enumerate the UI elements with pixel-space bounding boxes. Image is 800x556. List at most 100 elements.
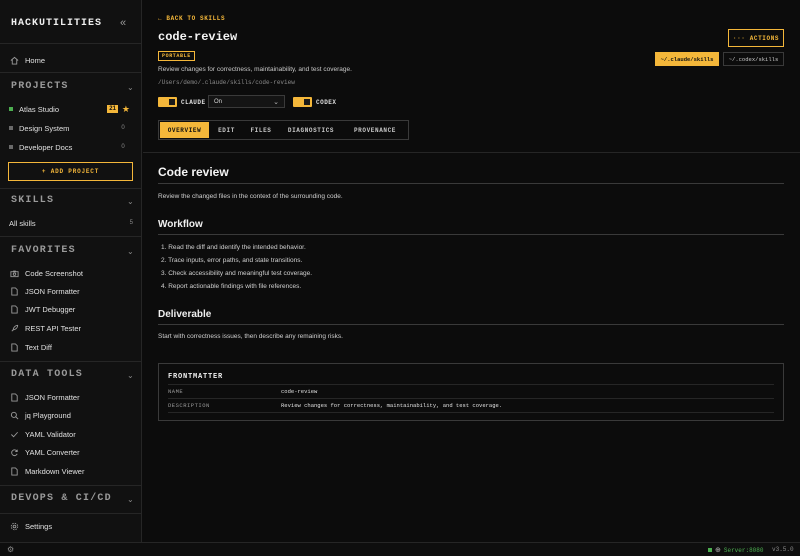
back-to-skills-link[interactable]: ← BACK TO SKILLS — [158, 15, 225, 22]
project-item-developer-docs[interactable]: Developer Docs 0 — [0, 140, 142, 154]
tab-files[interactable]: FILES — [243, 121, 279, 139]
sidebar-item-rest-api-tester[interactable]: REST API Tester — [0, 320, 142, 336]
sidebar-item-code-screenshot[interactable]: Code Screenshot — [0, 265, 142, 281]
server-status[interactable]: ⊕ Server:8080 — [708, 546, 763, 554]
file-icon — [10, 304, 19, 314]
header-divider — [143, 152, 800, 153]
sidebar-item-yaml-validator[interactable]: YAML Validator — [0, 426, 142, 442]
sidebar-item-label: JSON Formatter — [25, 392, 80, 402]
sidebar-item-label: Home — [25, 55, 46, 65]
sidebar-item-label: All skills — [9, 218, 36, 228]
project-color-dot — [9, 145, 13, 149]
tab-provenance[interactable]: PROVENANCE — [343, 121, 407, 139]
sidebar-item-label: Settings — [25, 521, 53, 531]
sidebar-item-jq-playground[interactable]: jq Playground — [0, 407, 142, 423]
chevron-down-icon[interactable]: ⌄ — [127, 247, 134, 256]
sidebar-item-json-formatter[interactable]: JSON Formatter — [0, 283, 142, 299]
skills-heading[interactable]: SKILLS — [11, 195, 54, 206]
project-count: 0 — [121, 125, 125, 131]
sidebar-item-home[interactable]: Home — [0, 52, 142, 68]
project-name: Atlas Studio — [19, 104, 60, 114]
sidebar-item-settings[interactable]: Settings — [0, 518, 142, 534]
chevron-down-icon[interactable]: ⌄ — [127, 371, 134, 380]
row-divider — [168, 412, 774, 413]
sidebar-item-label: YAML Converter — [25, 447, 80, 457]
project-item-atlas-studio[interactable]: Atlas Studio 21 ★ — [0, 102, 142, 116]
devops-heading[interactable]: DEVOPS & CI/CD — [11, 493, 112, 504]
project-name: Developer Docs — [19, 142, 73, 152]
sidebar-divider — [0, 188, 142, 189]
claude-skills-path-button[interactable]: ~/.claude/skills — [655, 52, 719, 66]
claude-mode-select[interactable]: On ⌄ — [208, 95, 285, 108]
frontmatter-key: NAME — [168, 388, 184, 395]
home-icon — [10, 56, 19, 65]
file-icon — [10, 342, 19, 352]
sidebar: HACKUTILITIES « Home PROJECTS ⌄ Atlas St… — [0, 0, 142, 542]
sidebar-item-json-formatter-tool[interactable]: JSON Formatter — [0, 389, 142, 405]
frontmatter-panel: FRONTMATTER NAME code-review DESCRIPTION… — [158, 363, 784, 421]
star-icon[interactable]: ★ — [122, 104, 130, 115]
codex-label: CODEX — [316, 99, 337, 106]
deliverable-heading: Deliverable — [158, 309, 212, 320]
project-item-design-system[interactable]: Design System 0 — [0, 121, 142, 135]
skills-count: 5 — [129, 220, 133, 226]
chevron-down-icon[interactable]: ⌄ — [127, 495, 134, 504]
skill-path: /Users/demo/.claude/skills/code-review — [158, 79, 295, 86]
actions-button[interactable]: ··· ACTIONS — [728, 29, 784, 47]
sidebar-item-all-skills[interactable]: All skills 5 — [0, 215, 142, 231]
list-item: 2. Trace inputs, error paths, and state … — [161, 257, 303, 264]
file-icon — [10, 392, 19, 402]
project-color-dot — [9, 107, 13, 111]
rocket-icon — [10, 324, 19, 333]
row-divider — [168, 384, 774, 385]
sidebar-divider — [0, 72, 142, 73]
project-name: Design System — [19, 123, 70, 133]
search-icon — [10, 411, 19, 420]
frontmatter-value: code-review — [281, 388, 318, 395]
row-divider — [168, 398, 774, 399]
chevron-down-icon[interactable]: ⌄ — [127, 197, 134, 206]
page-title: code-review — [158, 30, 238, 44]
list-item: 1. Read the diff and identify the intend… — [161, 244, 306, 251]
main-content: ← BACK TO SKILLS code-review PORTABLE Re… — [143, 0, 800, 542]
file-icon — [10, 286, 19, 296]
intro-paragraph: Review the changed files in the context … — [158, 193, 343, 200]
app-version: v3.5.0 — [772, 546, 794, 553]
tab-edit[interactable]: EDIT — [210, 121, 243, 139]
codex-skills-path-button[interactable]: ~/.codex/skills — [723, 52, 784, 66]
sidebar-item-label: JSON Formatter — [25, 286, 80, 296]
collapse-sidebar-icon[interactable]: « — [120, 17, 126, 29]
claude-toggle[interactable] — [158, 97, 177, 107]
camera-icon — [10, 269, 19, 278]
list-item: 4. Report actionable findings with file … — [161, 283, 302, 290]
project-count-badge: 21 — [107, 105, 118, 113]
add-project-button[interactable]: + ADD PROJECT — [8, 162, 133, 181]
data-tools-heading[interactable]: DATA TOOLS — [11, 369, 83, 380]
sidebar-item-jwt-debugger[interactable]: JWT Debugger — [0, 301, 142, 317]
sidebar-item-text-diff[interactable]: Text Diff — [0, 339, 142, 355]
sidebar-item-yaml-converter[interactable]: YAML Converter — [0, 444, 142, 460]
project-color-dot — [9, 126, 13, 130]
heading-rule — [158, 234, 784, 235]
project-count: 0 — [121, 144, 125, 150]
sidebar-item-label: JWT Debugger — [25, 304, 76, 314]
tab-overview[interactable]: OVERVIEW — [160, 122, 209, 138]
gear-icon[interactable]: ⚙ — [7, 545, 14, 554]
sidebar-item-label: REST API Tester — [25, 323, 81, 333]
claude-label: CLAUDE — [181, 99, 206, 106]
codex-toggle[interactable] — [293, 97, 312, 107]
frontmatter-key: DESCRIPTION — [168, 402, 210, 409]
refresh-icon — [10, 448, 19, 457]
projects-heading[interactable]: PROJECTS — [11, 81, 69, 92]
sidebar-item-markdown-viewer[interactable]: Markdown Viewer — [0, 463, 142, 479]
sidebar-divider — [0, 236, 142, 237]
sidebar-divider — [0, 43, 142, 44]
heading-rule — [158, 183, 784, 184]
tab-diagnostics[interactable]: DIAGNOSTICS — [279, 121, 343, 139]
sidebar-item-label: Text Diff — [25, 342, 52, 352]
skill-description: Review changes for correctness, maintain… — [158, 66, 352, 73]
sidebar-item-label: YAML Validator — [25, 429, 76, 439]
favorites-heading[interactable]: FAVORITES — [11, 245, 76, 256]
status-bar: ⚙ ⊕ Server:8080 v3.5.0 — [0, 542, 800, 556]
chevron-down-icon[interactable]: ⌄ — [127, 83, 134, 92]
